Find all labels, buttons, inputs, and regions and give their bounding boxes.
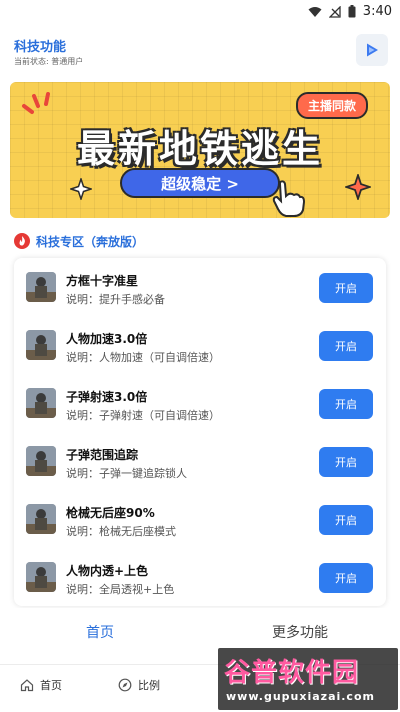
game-thumbnail (26, 504, 56, 534)
app-title: 科技功能 (14, 40, 67, 55)
status-icons: 3:40 (308, 4, 392, 19)
enable-button[interactable]: 开启 (319, 447, 373, 477)
section-title: 科技专区（奔放版） (36, 234, 145, 249)
feature-desc: 说明：提升手感必备 (66, 293, 165, 306)
feature-desc: 说明：全局透视+上色 (66, 583, 175, 596)
watermark: 谷普软件园 www.gupuxiazai.com (218, 648, 398, 710)
list-item: 子弹范围追踪 说明：子弹一键追踪锁人 开启 (14, 432, 386, 490)
tab-home[interactable]: 首页 (0, 608, 200, 656)
enable-button[interactable]: 开启 (319, 563, 373, 593)
list-item: 子弹射速3.0倍 说明：子弹射速（可自调倍速） 开启 (14, 374, 386, 432)
feature-name: 子弹射速3.0倍 (66, 390, 148, 404)
watermark-url: www.gupuxiazai.com (226, 690, 375, 703)
status-time: 3:40 (362, 4, 392, 19)
battery-icon (348, 5, 356, 18)
list-item: 枪械无后座90% 说明：枪械无后座模式 开启 (14, 490, 386, 548)
game-thumbnail (26, 446, 56, 476)
watermark-title: 谷普软件园 (224, 658, 360, 688)
game-thumbnail (26, 562, 56, 592)
game-thumbnail (26, 388, 56, 418)
feature-desc: 说明：子弹一键追踪锁人 (66, 467, 187, 480)
star-icon (70, 178, 92, 200)
enable-button[interactable]: 开启 (319, 331, 373, 361)
pointer-hand-icon (272, 180, 306, 217)
user-status: 当前状态: 普通用户 (14, 57, 84, 66)
feature-name: 枪械无后座90% (66, 506, 155, 520)
game-thumbnail (26, 272, 56, 302)
status-bar: 3:40 (0, 0, 400, 24)
list-item: 人物加速3.0倍 说明：人物加速（可自调倍速） 开启 (14, 316, 386, 374)
section-header: 科技专区（奔放版） (14, 232, 144, 250)
banner-badge: 主播同款 (295, 92, 368, 119)
star-icon-right (345, 174, 371, 200)
enable-button[interactable]: 开启 (319, 389, 373, 419)
list-item: 人物内透+上色 说明：全局透视+上色 开启 (14, 548, 386, 606)
feature-desc: 说明：枪械无后座模式 (66, 525, 176, 538)
nav-ratio[interactable]: 比例 (118, 677, 160, 693)
game-thumbnail (26, 330, 56, 360)
feature-name: 人物内透+上色 (66, 564, 149, 578)
wifi-icon (308, 6, 322, 17)
enable-button[interactable]: 开启 (319, 273, 373, 303)
play-icon (367, 43, 378, 57)
feature-desc: 说明：人物加速（可自调倍速） (66, 351, 220, 364)
compass-icon (118, 678, 132, 692)
enable-button[interactable]: 开启 (319, 505, 373, 535)
promo-banner[interactable]: 主播同款 最新地铁逃生 超级稳定 > (10, 82, 390, 218)
feature-list: 方框十字准星 说明：提升手感必备 开启 人物加速3.0倍 说明：人物加速（可自调… (14, 258, 386, 606)
feature-name: 子弹范围追踪 (66, 448, 139, 462)
signal-icon (328, 5, 341, 18)
banner-title: 最新地铁逃生 (76, 127, 323, 171)
app-header: 科技功能 当前状态: 普通用户 (0, 28, 400, 76)
banner-cta[interactable]: 超级稳定 > (120, 168, 280, 198)
nav-ratio-label: 比例 (138, 679, 160, 692)
home-icon (20, 679, 34, 692)
feature-name: 方框十字准星 (66, 274, 139, 288)
nav-home[interactable]: 首页 (20, 677, 62, 693)
list-item: 方框十字准星 说明：提升手感必备 开启 (14, 258, 386, 316)
nav-home-label: 首页 (40, 679, 62, 692)
feature-desc: 说明：子弹射速（可自调倍速） (66, 409, 220, 422)
play-button[interactable] (356, 34, 388, 66)
fire-icon (14, 233, 30, 249)
feature-name: 人物加速3.0倍 (66, 332, 148, 346)
